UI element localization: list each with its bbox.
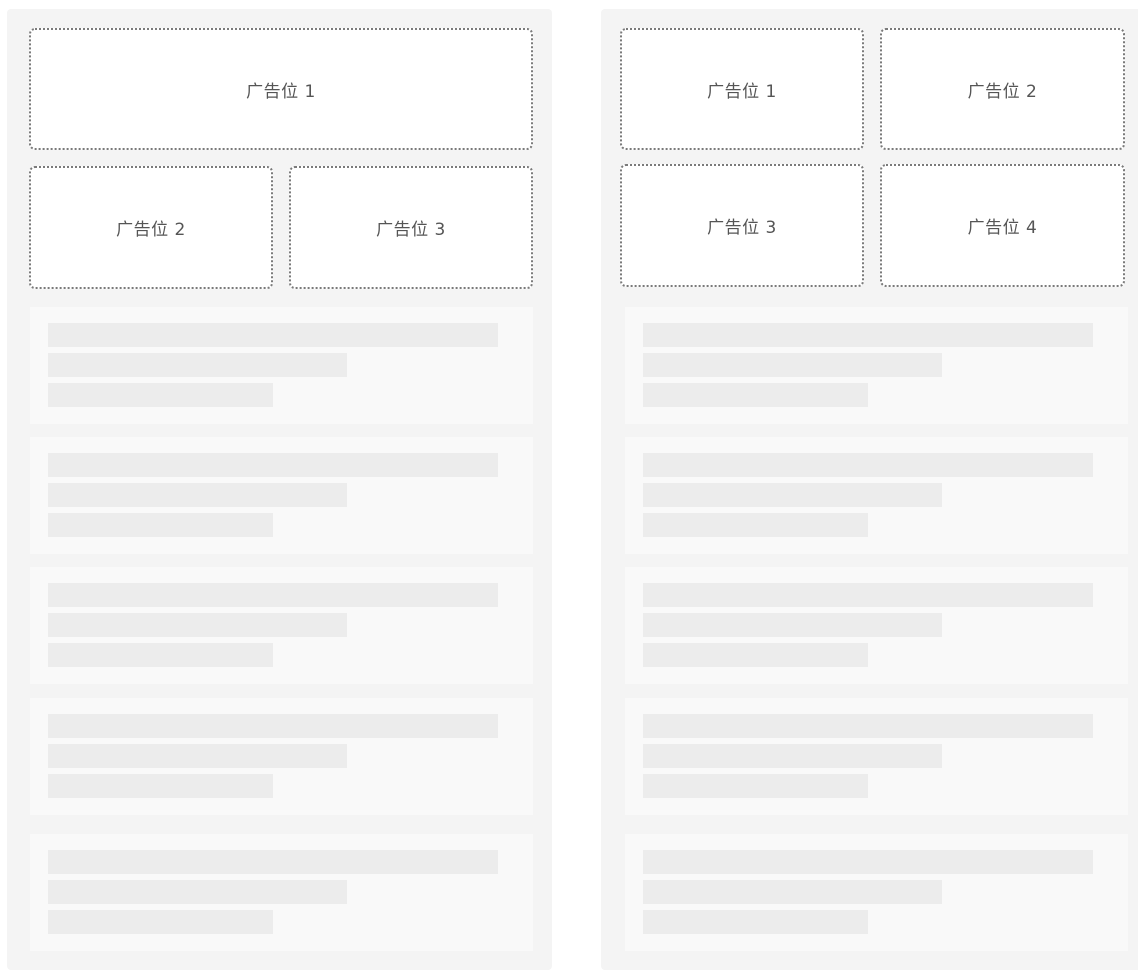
feed-placeholder-card	[30, 698, 533, 815]
skeleton-line	[48, 483, 347, 507]
skeleton-line	[48, 613, 347, 637]
ad-slot-2[interactable]: 广告位 2	[29, 166, 273, 289]
ad-slot-2[interactable]: 广告位 2	[880, 28, 1125, 150]
skeleton-line	[643, 850, 1093, 874]
skeleton-line	[643, 744, 942, 768]
feed-placeholder-card	[625, 567, 1128, 684]
skeleton-line	[643, 643, 868, 667]
feed-placeholder-card	[30, 437, 533, 554]
skeleton-line	[48, 744, 347, 768]
layout-b-panel: 广告位 1 广告位 2 广告位 3 广告位 4	[601, 9, 1138, 970]
skeleton-line	[643, 513, 868, 537]
feed-placeholder-card	[30, 834, 533, 951]
skeleton-line	[643, 353, 942, 377]
skeleton-line	[48, 513, 273, 537]
feed-placeholder-card	[625, 437, 1128, 554]
skeleton-line	[48, 910, 273, 934]
ad-slot-1[interactable]: 广告位 1	[29, 28, 533, 150]
skeleton-line	[48, 383, 273, 407]
skeleton-line	[643, 323, 1093, 347]
skeleton-line	[643, 483, 942, 507]
skeleton-line	[48, 850, 498, 874]
skeleton-line	[643, 910, 868, 934]
skeleton-line	[643, 880, 942, 904]
skeleton-line	[643, 714, 1093, 738]
feed-placeholder-card	[30, 567, 533, 684]
skeleton-line	[643, 383, 868, 407]
skeleton-line	[48, 323, 498, 347]
layout-a-panel: 广告位 1 广告位 2 广告位 3	[7, 9, 552, 970]
ad-slot-3[interactable]: 广告位 3	[289, 166, 533, 289]
skeleton-line	[48, 453, 498, 477]
skeleton-line	[643, 774, 868, 798]
feed-placeholder-card	[30, 307, 533, 424]
feed-placeholder-card	[625, 834, 1128, 951]
skeleton-line	[643, 613, 942, 637]
skeleton-line	[643, 453, 1093, 477]
skeleton-line	[48, 714, 498, 738]
skeleton-line	[48, 353, 347, 377]
skeleton-line	[48, 643, 273, 667]
ad-slot-4[interactable]: 广告位 4	[880, 164, 1125, 287]
skeleton-line	[48, 880, 347, 904]
ad-slot-3[interactable]: 广告位 3	[620, 164, 864, 287]
feed-placeholder-card	[625, 698, 1128, 815]
ad-slot-1[interactable]: 广告位 1	[620, 28, 864, 150]
skeleton-line	[643, 583, 1093, 607]
skeleton-line	[48, 774, 273, 798]
feed-placeholder-card	[625, 307, 1128, 424]
skeleton-line	[48, 583, 498, 607]
